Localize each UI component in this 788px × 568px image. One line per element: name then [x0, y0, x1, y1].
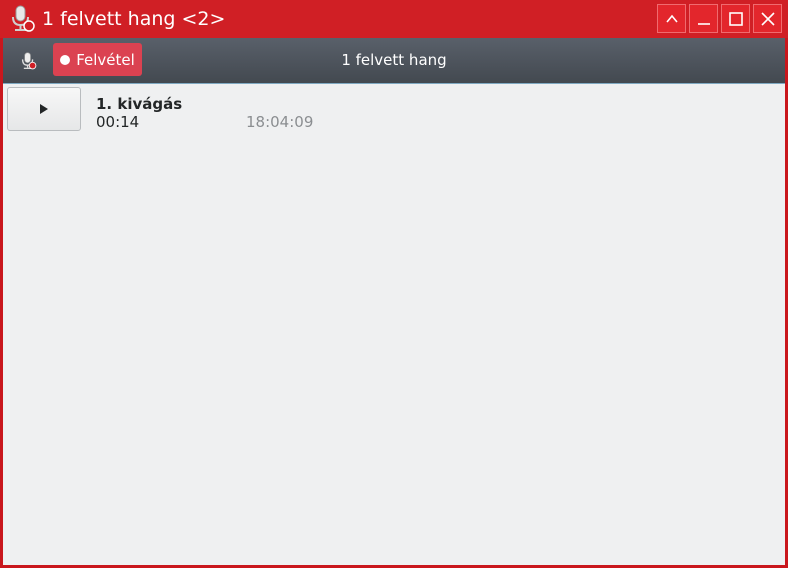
close-button[interactable]: [753, 4, 782, 33]
title-bar[interactable]: 1 felvett hang <2>: [0, 0, 788, 38]
close-icon: [760, 11, 775, 26]
maximize-button[interactable]: [721, 4, 750, 33]
recording-name: 1. kivágás: [96, 95, 183, 113]
minimize-button[interactable]: [689, 4, 718, 33]
microphone-icon[interactable]: [8, 5, 36, 33]
maximize-icon: [728, 11, 743, 26]
recording-time: 18:04:09: [246, 113, 314, 131]
keep-above-button[interactable]: [657, 4, 686, 33]
minimize-icon: [697, 22, 710, 25]
keep-above-icon: [665, 14, 678, 23]
play-icon: [40, 104, 48, 114]
app-window: 1 felvett hang <2> Felvétel 1 felvett ha…: [0, 0, 788, 568]
recordings-count-title: 1 felvett hang: [341, 51, 447, 69]
play-button[interactable]: [7, 87, 81, 131]
toolbar: Felvétel 1 felvett hang: [3, 38, 785, 84]
window-title: 1 felvett hang <2>: [42, 8, 226, 30]
recording-duration: 00:14: [96, 113, 140, 131]
recordings-list: 1. kivágás 00:14 18:04:09: [3, 84, 785, 565]
